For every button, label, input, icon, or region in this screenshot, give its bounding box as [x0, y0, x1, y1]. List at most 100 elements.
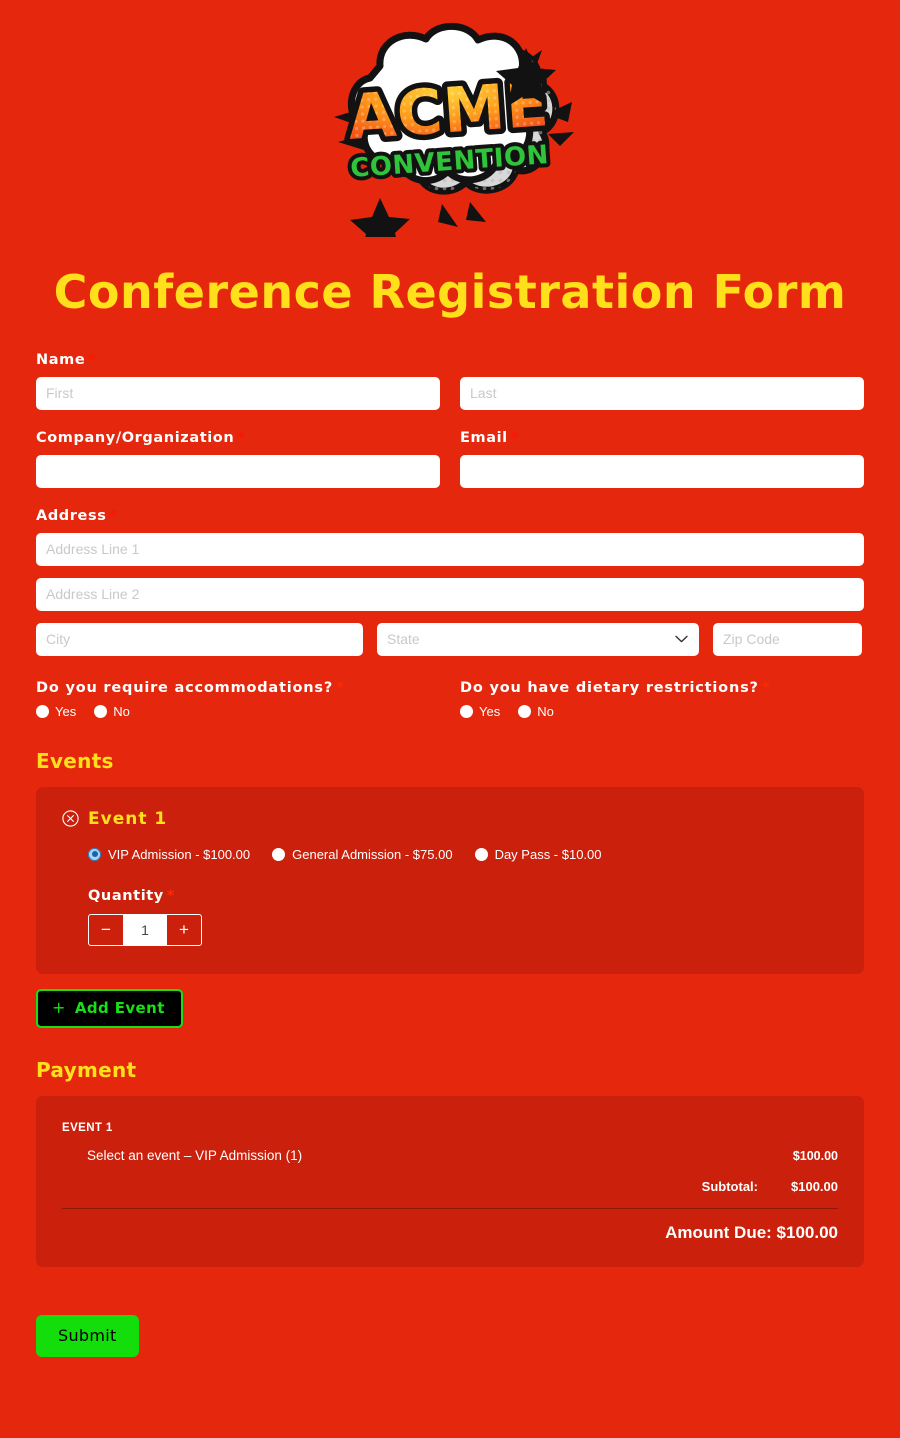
company-input[interactable]: [36, 454, 440, 488]
quantity-increment-button[interactable]: +: [167, 915, 201, 945]
events-heading: Events: [36, 748, 114, 773]
state-select-value: State: [387, 631, 420, 648]
payment-summary-card: EVENT 1 Select an event – VIP Admission …: [36, 1095, 864, 1267]
dietary-no-label: No: [537, 703, 554, 719]
event-card-header: Event 1: [62, 809, 838, 829]
radio-icon: [460, 704, 473, 718]
registration-page: ACME ACME ACME CONVENTION CONVENTION Con…: [0, 0, 900, 1438]
payment-heading: Payment: [36, 1057, 137, 1082]
name-block: Name *: [36, 352, 864, 410]
dietary-label-text: Do you have dietary restrictions?: [460, 679, 759, 696]
logo-comic-burst-icon: ACME ACME ACME CONVENTION CONVENTION: [334, 22, 574, 237]
ticket-option-general[interactable]: General Admission - $75.00: [272, 846, 453, 862]
name-inputs-row: [36, 376, 864, 410]
address-label: Address *: [36, 508, 864, 524]
company-label: Company/Organization *: [36, 430, 440, 446]
plus-icon: +: [52, 997, 66, 1017]
chevron-down-icon: [675, 635, 688, 643]
required-asterisk: *: [336, 679, 345, 696]
required-asterisk: *: [761, 679, 771, 696]
city-state-zip-row: State: [36, 622, 864, 656]
ticket-option-general-label: General Admission - $75.00: [292, 846, 453, 862]
name-label-text: Name: [36, 351, 86, 368]
ticket-options-group: VIP Admission - $100.00 General Admissio…: [62, 847, 838, 862]
company-email-row: Company/Organization * Email *: [36, 430, 864, 488]
accommodations-radio-group: Yes No: [36, 704, 440, 719]
city-input[interactable]: [36, 622, 363, 656]
last-name-col: [460, 376, 864, 410]
registration-form: Name* Company/Organization*: [0, 352, 900, 1267]
amount-due-text: Amount Due: $100.00: [665, 1222, 838, 1242]
quantity-label-text: Quantity: [88, 887, 164, 904]
event-card: Event 1 VIP Admission - $100.00 General …: [36, 786, 864, 974]
address-line2-input[interactable]: [36, 577, 864, 611]
radio-icon: [36, 704, 49, 718]
email-label: Email *: [460, 430, 864, 446]
accommodations-label: Do you require accommodations? *: [36, 680, 440, 696]
company-block: Company/Organization *: [36, 430, 440, 488]
radio-selected-icon: [88, 847, 101, 861]
subtotal-label: Subtotal:: [701, 1178, 758, 1194]
email-input[interactable]: [460, 454, 864, 488]
payment-subtotal-row: Subtotal: $100.00: [62, 1179, 838, 1194]
submit-wrap: Submit: [0, 1314, 900, 1357]
company-label-text: Company/Organization: [36, 429, 235, 446]
first-name-input[interactable]: [36, 376, 440, 410]
page-title: Conference Registration Form: [53, 265, 847, 319]
first-name-col: [36, 376, 440, 410]
add-event-button[interactable]: + Add Event: [36, 988, 183, 1028]
ticket-option-daypass-label: Day Pass - $10.00: [494, 846, 602, 862]
quantity-decrement-button[interactable]: −: [89, 915, 123, 945]
event-title: Event 1: [88, 808, 168, 829]
questions-row: Do you require accommodations? * Yes No D…: [36, 680, 864, 719]
required-asterisk: *: [109, 507, 118, 524]
payment-line-description: Select an event – VIP Admission (1): [87, 1147, 303, 1163]
accommodations-yes-option[interactable]: Yes: [36, 704, 76, 719]
dietary-no-option[interactable]: No: [518, 704, 554, 719]
radio-icon: [474, 847, 488, 861]
ticket-option-daypass[interactable]: Day Pass - $10.00: [474, 846, 602, 862]
accommodations-no-option[interactable]: No: [94, 704, 130, 719]
quantity-input[interactable]: [123, 914, 167, 945]
quantity-block: Quantity* − +: [62, 888, 838, 946]
required-asterisk: *: [510, 429, 519, 446]
add-event-label: Add Event: [74, 998, 165, 1017]
required-asterisk: *: [166, 887, 176, 904]
last-name-input[interactable]: [460, 376, 864, 410]
payment-line-item: Select an event – VIP Admission (1) $100…: [62, 1148, 838, 1163]
payment-event-label: EVENT 1: [62, 1121, 113, 1134]
zip-wrap: [713, 622, 862, 656]
address-label-text: Address: [36, 507, 107, 524]
zip-code-input[interactable]: [713, 622, 862, 656]
address-line1-wrap: [36, 532, 864, 566]
name-label: Name *: [36, 352, 864, 368]
circle-x-icon[interactable]: [62, 810, 79, 827]
required-asterisk: *: [88, 351, 97, 368]
radio-icon: [94, 704, 108, 718]
email-label-text: Email: [460, 429, 508, 446]
dietary-yes-option[interactable]: Yes: [460, 704, 500, 719]
accommodations-no-label: No: [113, 703, 130, 719]
dietary-radio-group: Yes No: [460, 704, 864, 719]
required-asterisk: *: [237, 429, 246, 446]
quantity-label: Quantity *: [88, 888, 838, 904]
dietary-question: Do you have dietary restrictions? * Yes N…: [460, 680, 864, 719]
state-wrap: State: [377, 622, 699, 656]
quantity-stepper: − +: [88, 913, 202, 946]
address-line1-input[interactable]: [36, 532, 864, 566]
accommodations-question: Do you require accommodations? * Yes No: [36, 680, 440, 719]
state-select[interactable]: State: [377, 622, 699, 656]
acme-convention-logo: ACME ACME ACME CONVENTION CONVENTION: [0, 0, 900, 237]
submit-button[interactable]: Submit: [36, 1314, 139, 1357]
dietary-label: Do you have dietary restrictions? *: [460, 680, 864, 696]
address-block: Address* State: [36, 508, 864, 656]
subtotal-amount: $100.00: [791, 1178, 838, 1194]
accommodations-yes-label: Yes: [55, 703, 77, 719]
city-wrap: [36, 622, 363, 656]
payment-line-amount: $100.00: [792, 1148, 838, 1163]
address-line2-wrap: [36, 577, 864, 611]
ticket-option-vip[interactable]: VIP Admission - $100.00: [88, 847, 250, 862]
radio-icon: [272, 847, 286, 861]
dietary-yes-label: Yes: [479, 703, 501, 719]
email-block: Email *: [460, 430, 864, 488]
